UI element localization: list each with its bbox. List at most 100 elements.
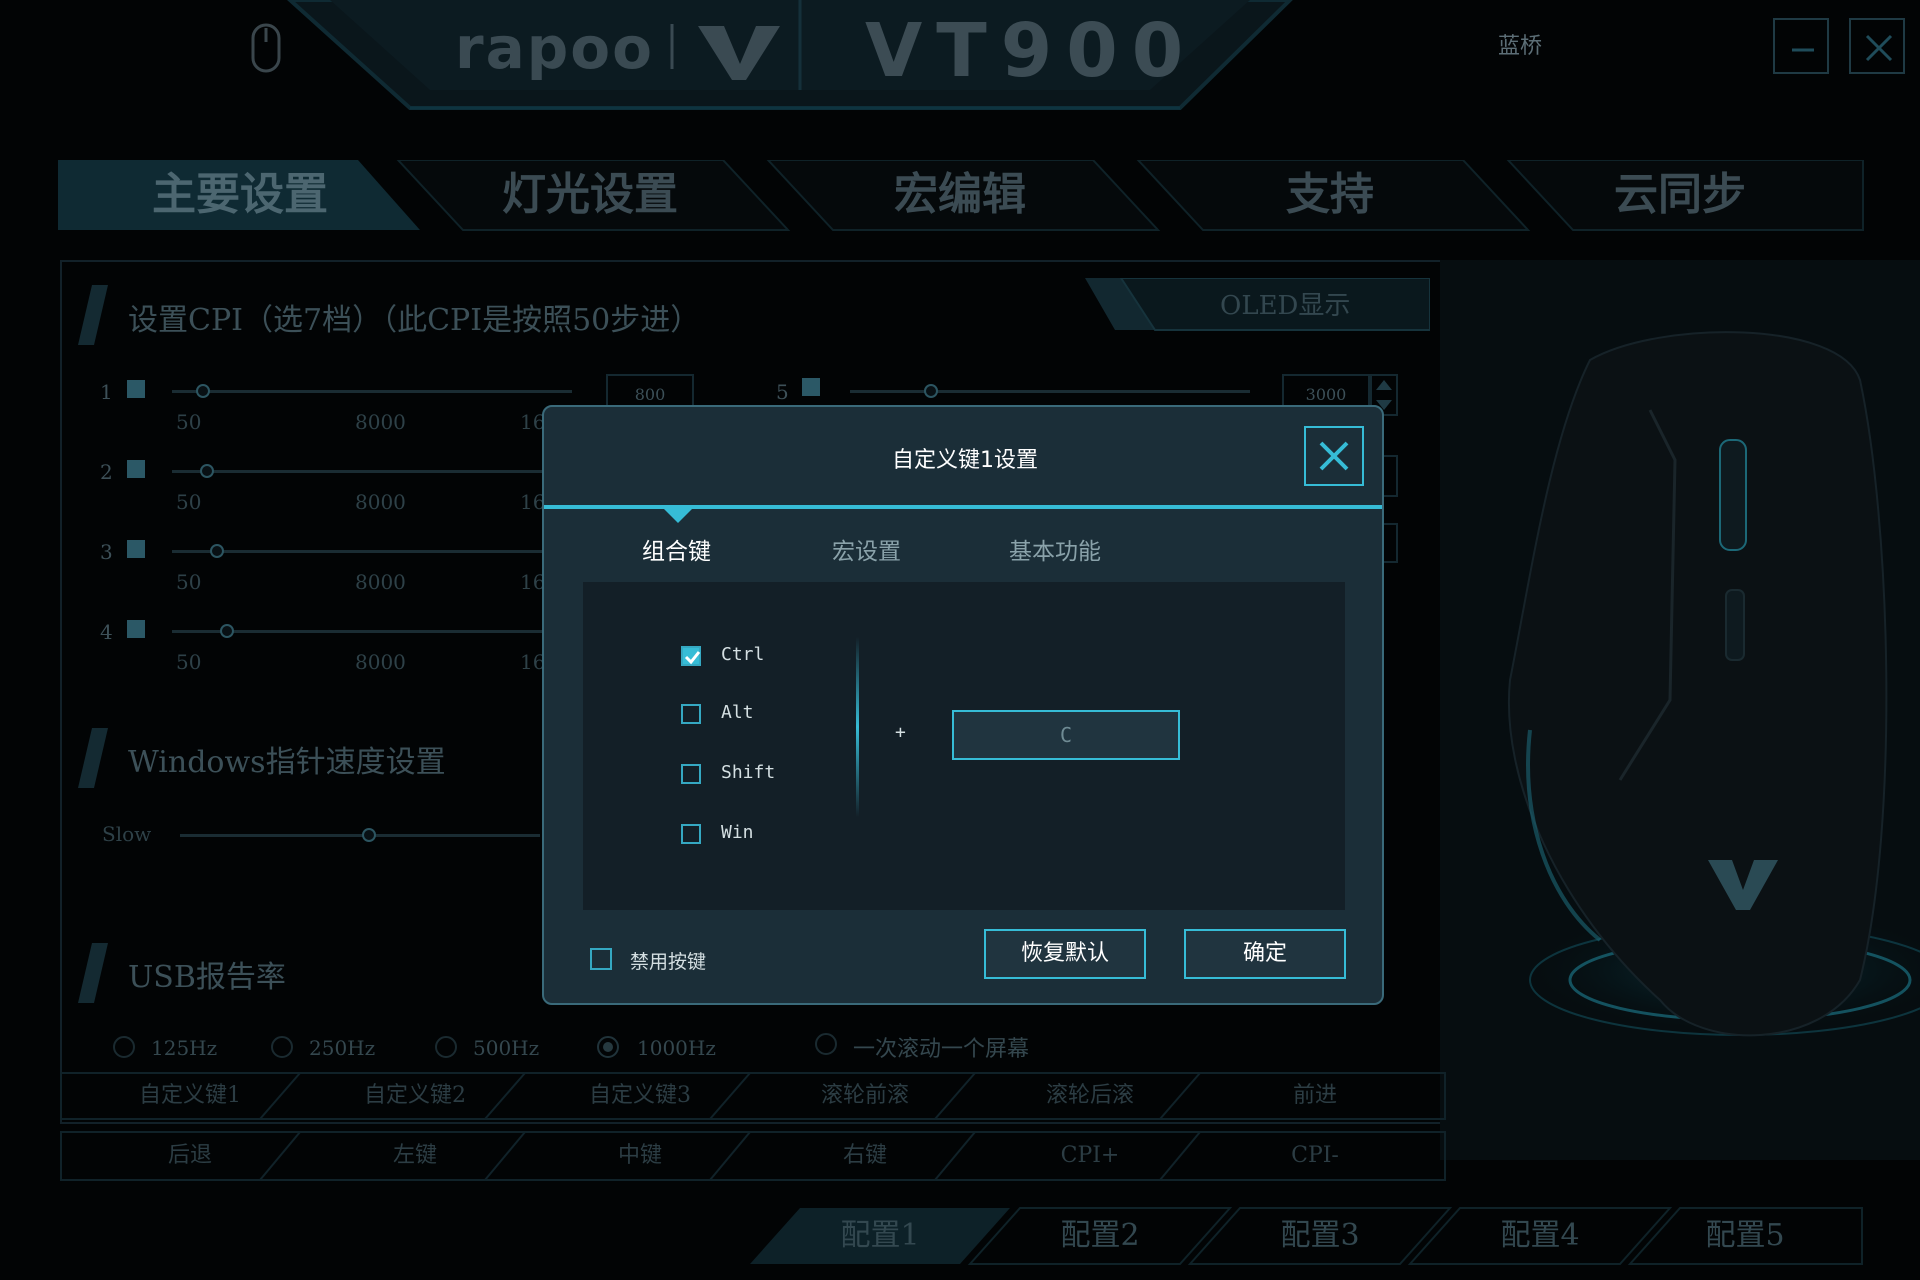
shift-label: Shift bbox=[721, 762, 776, 783]
tab-support[interactable]: 支持 bbox=[1170, 160, 1490, 230]
slow-label: Slow bbox=[102, 822, 152, 846]
section-marker bbox=[78, 728, 108, 788]
key-button-wheel-forward[interactable]: 滚轮前滚 bbox=[755, 1074, 975, 1118]
dialog-close-button[interactable] bbox=[1304, 426, 1364, 486]
mouse-product-image bbox=[1440, 260, 1920, 1160]
ctrl-label: Ctrl bbox=[721, 644, 765, 665]
combo-key-panel: Ctrl Alt Shift Win + C bbox=[583, 582, 1345, 910]
cpi-min-label: 50 bbox=[176, 490, 202, 514]
usb-section-title: USB报告率 bbox=[128, 960, 286, 995]
pointer-section-title: Windows指针速度设置 bbox=[128, 745, 446, 780]
config-tab-3[interactable]: 配置3 bbox=[1220, 1208, 1420, 1264]
dialog-tab-macro[interactable]: 宏设置 bbox=[832, 532, 901, 566]
radio-250hz[interactable] bbox=[271, 1036, 293, 1058]
cpi-slider[interactable] bbox=[850, 390, 1250, 393]
cpi-slider-knob[interactable] bbox=[220, 624, 234, 638]
config-tab-4[interactable]: 配置4 bbox=[1440, 1208, 1640, 1264]
cpi-mid-label: 8000 bbox=[355, 410, 406, 434]
dialog-tab-combo-keys[interactable]: 组合键 bbox=[642, 532, 711, 566]
cpi-enable-checkbox[interactable] bbox=[802, 378, 820, 396]
brand-v-icon bbox=[670, 24, 780, 80]
config-tab-1[interactable]: 配置1 bbox=[780, 1208, 980, 1264]
radio-scroll-screen[interactable] bbox=[815, 1033, 837, 1055]
reset-default-button[interactable]: 恢复默认 bbox=[984, 929, 1146, 979]
cpi-min-label: 50 bbox=[176, 650, 202, 674]
checkmark-icon bbox=[684, 651, 701, 665]
radio-label-1000hz: 1000Hz bbox=[637, 1036, 716, 1060]
cpi-row-number: 4 bbox=[100, 620, 113, 644]
cpi-enable-checkbox[interactable] bbox=[127, 460, 145, 478]
shift-checkbox[interactable] bbox=[681, 764, 701, 784]
oled-display-button[interactable]: OLED显示 bbox=[1220, 285, 1350, 322]
alt-checkbox[interactable] bbox=[681, 704, 701, 724]
radio-label-scroll-screen: 一次滚动一个屏幕 bbox=[853, 1037, 1030, 1062]
cpi-mid-label: 8000 bbox=[355, 570, 406, 594]
section-marker bbox=[78, 943, 108, 1003]
win-checkbox[interactable] bbox=[681, 824, 701, 844]
key-button-cpi-minus[interactable]: CPI- bbox=[1205, 1134, 1425, 1178]
minimize-icon bbox=[1792, 48, 1814, 52]
config-tab-2[interactable]: 配置2 bbox=[1000, 1208, 1200, 1264]
radio-500hz[interactable] bbox=[435, 1036, 457, 1058]
cpi-min-label: 50 bbox=[176, 410, 202, 434]
brand-logo: rapoo bbox=[455, 14, 654, 82]
cpi-slider-knob[interactable] bbox=[196, 384, 210, 398]
divider-line bbox=[856, 637, 859, 817]
key-button-left[interactable]: 左键 bbox=[305, 1134, 525, 1178]
config-tab-5[interactable]: 配置5 bbox=[1645, 1208, 1845, 1264]
cpi-slider-knob[interactable] bbox=[210, 544, 224, 558]
cpi-mid-label: 8000 bbox=[355, 490, 406, 514]
plus-sign: + bbox=[895, 722, 906, 743]
key-button-back[interactable]: 后退 bbox=[80, 1134, 300, 1178]
key-button-custom3[interactable]: 自定义键3 bbox=[530, 1074, 750, 1118]
cpi-slider[interactable] bbox=[172, 470, 572, 473]
cpi-slider-knob[interactable] bbox=[200, 464, 214, 478]
radio-1000hz[interactable] bbox=[597, 1036, 619, 1058]
tab-lighting-settings[interactable]: 灯光设置 bbox=[430, 160, 750, 230]
pointer-speed-slider[interactable] bbox=[180, 834, 540, 837]
radio-label-500hz: 500Hz bbox=[473, 1036, 540, 1060]
cpi-row-number: 1 bbox=[100, 380, 113, 404]
close-window-button[interactable] bbox=[1849, 18, 1905, 74]
user-name[interactable]: 蓝桥 bbox=[1498, 28, 1542, 60]
cpi-value-input[interactable]: 800 bbox=[606, 374, 694, 408]
pointer-speed-knob[interactable] bbox=[362, 828, 376, 842]
key-button-right[interactable]: 右键 bbox=[755, 1134, 975, 1178]
tab-cloud-sync[interactable]: 云同步 bbox=[1520, 160, 1840, 230]
cpi-min-label: 50 bbox=[176, 570, 202, 594]
key-input-field[interactable]: C bbox=[952, 710, 1180, 760]
cpi-value-input[interactable]: 3000 bbox=[1282, 374, 1370, 408]
confirm-button[interactable]: 确定 bbox=[1184, 929, 1346, 979]
key-button-middle[interactable]: 中键 bbox=[530, 1134, 750, 1178]
win-label: Win bbox=[721, 822, 754, 843]
model-name: VT900 bbox=[865, 8, 1198, 94]
tab-macro-editor[interactable]: 宏编辑 bbox=[800, 160, 1120, 230]
ctrl-checkbox[interactable] bbox=[681, 646, 701, 666]
cpi-row-number: 2 bbox=[100, 460, 113, 484]
key-button-forward[interactable]: 前进 bbox=[1205, 1074, 1425, 1118]
cpi-slider[interactable] bbox=[172, 550, 572, 553]
dialog-tab-basic-function[interactable]: 基本功能 bbox=[1009, 532, 1101, 566]
cpi-enable-checkbox[interactable] bbox=[127, 620, 145, 638]
close-icon bbox=[1319, 441, 1349, 471]
cpi-slider[interactable] bbox=[172, 390, 572, 393]
disable-key-checkbox[interactable] bbox=[590, 948, 612, 970]
minimize-button[interactable] bbox=[1773, 18, 1829, 74]
dialog-title: 自定义键1设置 bbox=[892, 448, 1038, 473]
key-button-custom2[interactable]: 自定义键2 bbox=[305, 1074, 525, 1118]
cpi-enable-checkbox[interactable] bbox=[127, 380, 145, 398]
key-button-wheel-back[interactable]: 滚轮后滚 bbox=[980, 1074, 1200, 1118]
active-tab-indicator bbox=[662, 507, 694, 523]
key-button-custom1[interactable]: 自定义键1 bbox=[80, 1074, 300, 1118]
alt-label: Alt bbox=[721, 702, 754, 723]
radio-125hz[interactable] bbox=[113, 1036, 135, 1058]
cpi-enable-checkbox[interactable] bbox=[127, 540, 145, 558]
cpi-slider-knob[interactable] bbox=[924, 384, 938, 398]
radio-label-250hz: 250Hz bbox=[309, 1036, 376, 1060]
tab-main-settings[interactable]: 主要设置 bbox=[80, 160, 400, 230]
close-icon bbox=[1865, 34, 1893, 62]
section-marker bbox=[78, 285, 108, 345]
cpi-mid-label: 8000 bbox=[355, 650, 406, 674]
custom-key-dialog: 自定义键1设置 组合键 宏设置 基本功能 Ctrl Alt Shift Win bbox=[542, 405, 1384, 1005]
key-button-cpi-plus[interactable]: CPI+ bbox=[980, 1134, 1200, 1178]
